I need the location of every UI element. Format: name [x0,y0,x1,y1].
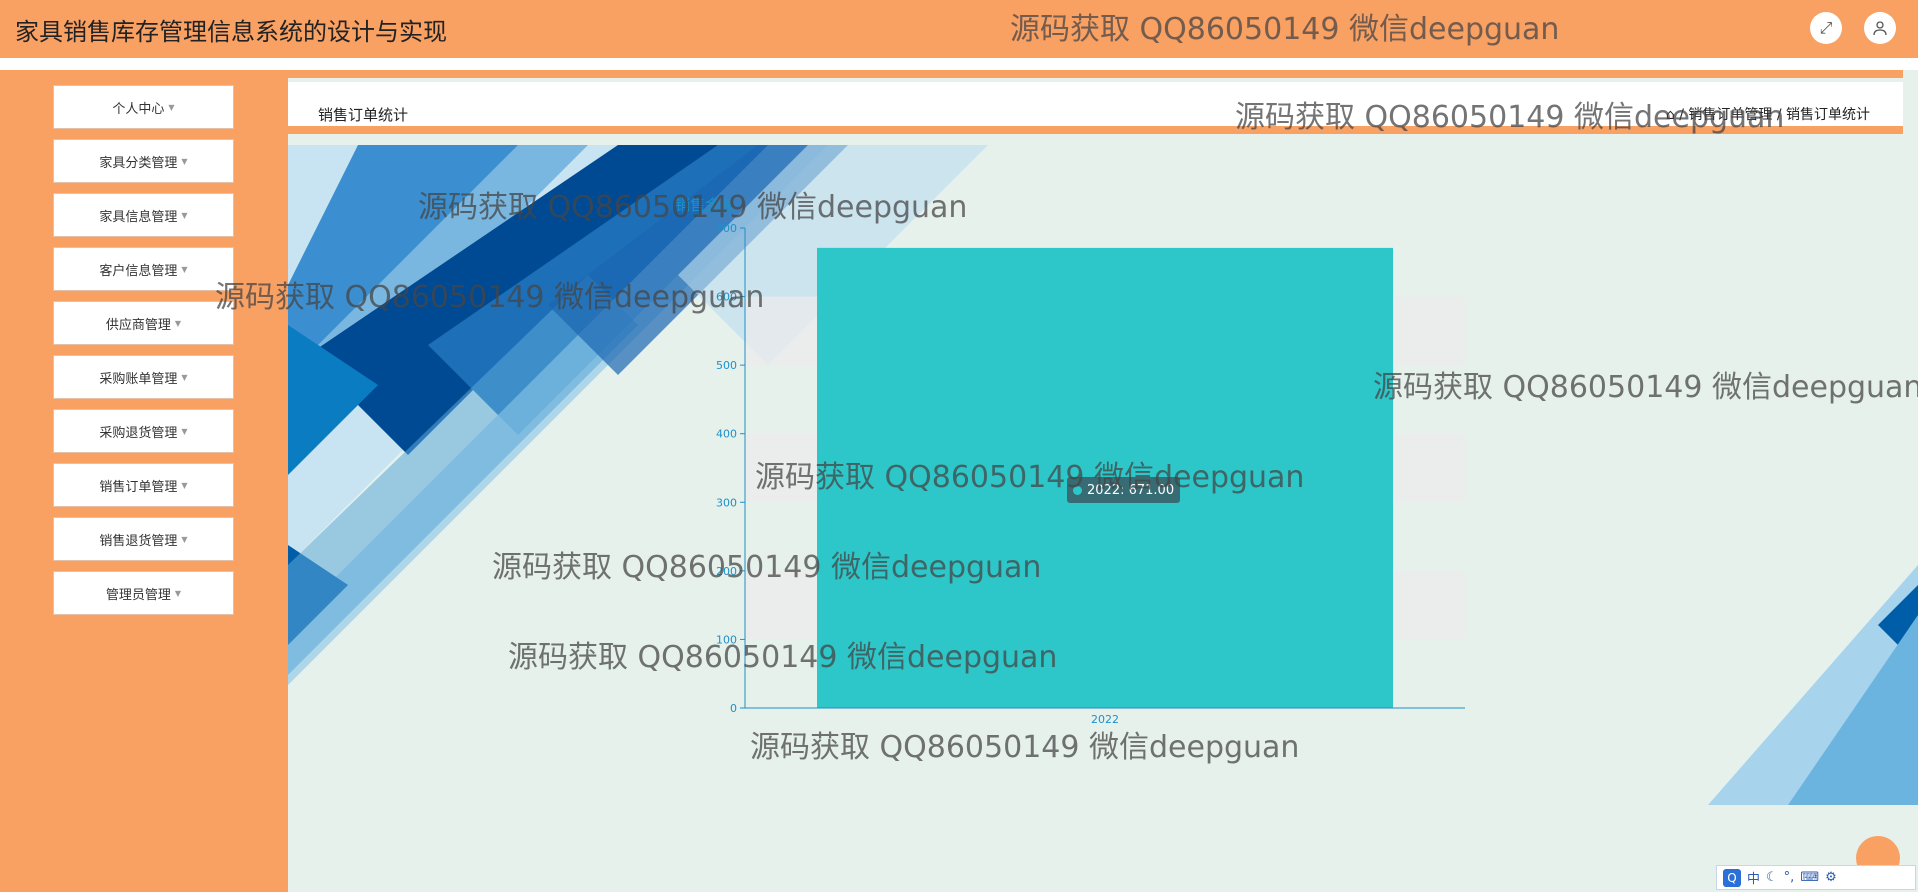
home-icon[interactable]: ⌂ / [1666,107,1689,123]
sidebar-item[interactable]: 家具信息管理 ▼ [53,193,234,237]
sidebar-item-label: 个人中心 [112,101,165,117]
header-divider [0,58,1918,70]
y-tick-label: 700 [716,222,737,235]
chevron-down-icon: ▼ [174,588,182,598]
chevron-down-icon: ▼ [174,318,182,328]
y-tick-label: 500 [716,359,737,372]
chevron-down-icon: ▼ [181,372,188,382]
chart-tooltip: 2022: 671.00 [1067,477,1181,503]
sidebar-item[interactable]: 销售订单管理 ▼ [53,463,234,507]
y-axis-label: 销售金额 [675,196,735,214]
sidebar-item-label: 客户信息管理 [99,263,178,279]
tooltip-text: 2022: 671.00 [1087,482,1175,498]
sidebar-item-label: 采购退货管理 [99,425,178,441]
sidebar-item-label: 供应商管理 [105,317,171,333]
sidebar-item[interactable]: 采购账单管理 ▼ [53,355,234,399]
sidebar-item-label: 采购账单管理 [99,371,178,387]
sidebar-item[interactable]: 管理员管理 ▼ [53,571,234,615]
y-tick-label: 0 [730,702,737,715]
sidebar-item[interactable]: 采购退货管理 ▼ [53,409,234,453]
chevron-down-icon: ▼ [181,534,188,544]
sidebar-item-label: 家具分类管理 [99,155,178,171]
app-title: 家具销售库存管理信息系统的设计与实现 [15,18,447,46]
breadcrumb[interactable]: ⌂ / 销售订单管理 / 销售订单统计 [1666,104,1870,124]
y-tick-label: 200 [716,565,737,578]
punctuation-icon[interactable]: °, [1784,870,1795,885]
sidebar-item-label: 管理员管理 [105,587,171,603]
settings-icon[interactable]: ⚙ [1825,870,1837,885]
y-tick-label: 100 [716,633,737,646]
breadcrumb-text: 销售订单管理 / 销售订单统计 [1688,107,1870,123]
y-tick-label: 300 [716,496,737,509]
ime-toolbar[interactable]: Q 中 ☾ °, ⌨ ⚙ [1716,865,1916,890]
sidebar-item[interactable]: 个人中心 ▼ [53,85,234,129]
x-tick-label: 2022 [1091,713,1119,726]
chevron-down-icon: ▼ [181,264,188,274]
sidebar-item-label: 销售退货管理 [99,533,178,549]
chevron-down-icon: ▼ [168,102,175,112]
y-tick-label: 600 [716,291,737,304]
tooltip-marker [1073,485,1082,495]
chevron-down-icon: ▼ [181,210,188,220]
fullscreen-icon[interactable]: ⤢ [1810,12,1842,44]
sidebar-item-label: 销售订单管理 [99,479,178,495]
ime-mode[interactable]: 中 [1747,868,1760,887]
chevron-down-icon: ▼ [181,156,188,166]
chevron-down-icon: ▼ [181,426,188,436]
sidebar-item-label: 家具信息管理 [99,209,178,225]
top-bar: 家具销售库存管理信息系统的设计与实现 ⤢ [0,0,1918,58]
ime-logo-icon[interactable]: Q [1723,868,1741,887]
user-icon[interactable] [1864,12,1896,44]
y-tick-label: 400 [716,428,737,441]
keyboard-icon[interactable]: ⌨ [1800,870,1819,885]
chevron-down-icon: ▼ [181,480,188,490]
moon-icon[interactable]: ☾ [1766,870,1778,885]
sidebar-item[interactable]: 家具分类管理 ▼ [53,139,234,183]
sidebar-item[interactable]: 供应商管理 ▼ [53,301,234,345]
page-title: 销售订单统计 [318,106,409,124]
sidebar-item[interactable]: 客户信息管理 ▼ [53,247,234,291]
sidebar-item[interactable]: 销售退货管理 ▼ [53,517,234,561]
